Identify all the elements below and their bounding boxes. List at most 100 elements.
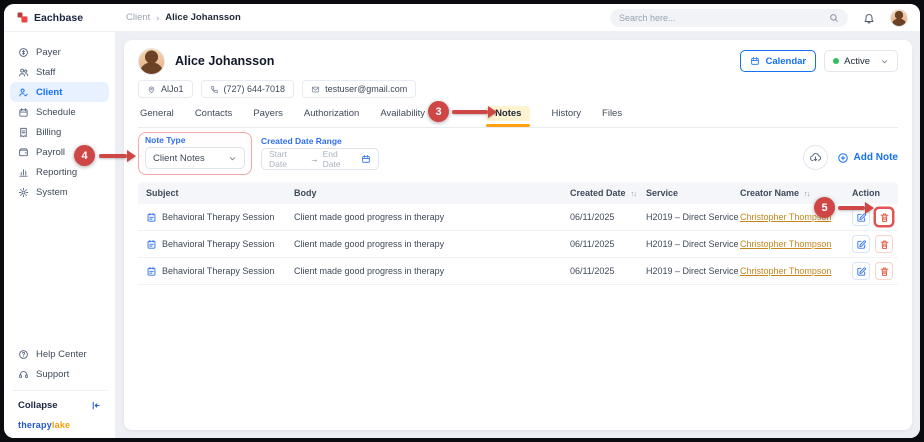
- tab-payers[interactable]: Payers: [253, 108, 283, 119]
- sidebar-item-client[interactable]: Client: [10, 82, 109, 102]
- column-header-created-date[interactable]: Created Date ↑↓: [562, 188, 638, 198]
- note-type-dropdown[interactable]: Client Notes: [145, 147, 245, 169]
- annotation-arrow-3: [452, 106, 497, 118]
- sidebar-item-label: Payroll: [36, 146, 66, 158]
- sidebar-item-payer[interactable]: Payer: [10, 42, 109, 62]
- column-header-service: Service: [646, 188, 679, 198]
- end-date-placeholder: End Date: [322, 148, 341, 169]
- service-cell: H2019 – Direct Service: [646, 266, 739, 276]
- note-icon: [147, 239, 156, 249]
- creator-link[interactable]: Christopher Thompson: [740, 266, 831, 276]
- trash-icon: [880, 213, 888, 222]
- email-icon: [312, 86, 320, 92]
- created-date-cell: 06/11/2025: [570, 212, 615, 222]
- tab-authorization[interactable]: Authorization: [304, 108, 359, 119]
- sidebar-item-label: Support: [36, 368, 70, 380]
- sidebar: Payer Staff Client Schedule Billing Payr…: [4, 32, 116, 438]
- phone-icon: [210, 85, 218, 93]
- service-cell: H2019 – Direct Service: [646, 239, 739, 249]
- topbar: Eachbase Client › Alice Johansson: [4, 4, 920, 32]
- subject-cell: Behavioral Therapy Session: [138, 266, 286, 277]
- note-type-value: Client Notes: [153, 152, 205, 164]
- created-date-cell: 06/11/2025: [570, 266, 615, 276]
- calendar-button[interactable]: Calendar: [740, 50, 817, 72]
- sidebar-item-support[interactable]: Support: [10, 364, 109, 384]
- annotation-step-5-badge: 5: [814, 197, 835, 218]
- note-type-label: Note Type: [145, 135, 186, 145]
- sidebar-item-help-center[interactable]: Help Center: [10, 344, 109, 364]
- column-header-action: Action: [852, 188, 880, 198]
- creator-cell: Christopher Thompson: [732, 266, 844, 276]
- search-icon[interactable]: [829, 13, 839, 23]
- eachbase-logo-icon: [17, 12, 28, 23]
- table-row: Behavioral Therapy Session Client made g…: [138, 258, 898, 285]
- trash-icon: [880, 267, 888, 276]
- collapse-sidebar-button[interactable]: Collapse: [10, 397, 109, 414]
- delete-note-button[interactable]: [875, 208, 893, 226]
- payer-icon: [19, 47, 28, 57]
- created-date-range-picker[interactable]: Start Date → End Date: [261, 147, 379, 170]
- sidebar-item-system[interactable]: System: [10, 182, 109, 202]
- sidebar-item-label: Staff: [36, 66, 56, 78]
- sidebar-item-label: System: [36, 186, 68, 198]
- notifications-button[interactable]: [860, 9, 878, 27]
- client-card: Alice Johansson Calendar Active AlJo1 (7…: [124, 40, 912, 430]
- sidebar-item-label: Help Center: [36, 348, 87, 360]
- client-code-tag: AlJo1: [138, 80, 193, 98]
- breadcrumb-section[interactable]: Client: [126, 12, 150, 23]
- sidebar-item-reporting[interactable]: Reporting: [10, 162, 109, 182]
- table-row: Behavioral Therapy Session Client made g…: [138, 204, 898, 231]
- billing-icon: [20, 127, 27, 137]
- sidebar-item-label: Billing: [36, 126, 62, 138]
- trash-icon: [880, 240, 888, 249]
- creator-link[interactable]: Christopher Thompson: [740, 239, 831, 249]
- logo-text: Eachbase: [34, 11, 84, 24]
- range-arrow-icon: →: [310, 153, 319, 164]
- sidebar-divider: [12, 390, 107, 391]
- therapylake-logo: therapylake: [18, 420, 71, 430]
- edit-icon: [856, 266, 866, 276]
- app-logo[interactable]: Eachbase: [4, 12, 116, 24]
- body-cell: Client made good progress in therapy: [294, 266, 445, 276]
- export-notes-button[interactable]: [802, 145, 828, 170]
- sidebar-item-schedule[interactable]: Schedule: [10, 102, 109, 122]
- sort-icon[interactable]: ↑↓: [804, 189, 810, 198]
- sidebar-item-label: Payer: [36, 46, 61, 58]
- tab-availability[interactable]: Availability: [380, 108, 425, 119]
- active-status-dot: [833, 58, 840, 64]
- tab-files[interactable]: Files: [602, 108, 622, 119]
- location-icon: [148, 85, 155, 93]
- sort-icon[interactable]: ↑↓: [631, 189, 637, 198]
- breadcrumb: Client › Alice Johansson: [116, 12, 241, 23]
- reporting-icon: [19, 168, 28, 177]
- gear-icon: [18, 187, 29, 197]
- tab-history[interactable]: History: [551, 108, 581, 119]
- sidebar-item-label: Schedule: [36, 106, 76, 118]
- client-header: Alice Johansson Calendar Active: [138, 47, 898, 75]
- annotation-arrow-5: [838, 202, 874, 214]
- edit-note-button[interactable]: [852, 235, 870, 253]
- delete-note-button[interactable]: [875, 262, 893, 280]
- tab-contacts[interactable]: Contacts: [195, 108, 233, 119]
- client-phone-tag: (727) 644-7018: [200, 80, 295, 98]
- creator-cell: Christopher Thompson: [732, 239, 844, 249]
- client-tabs: General Contacts Payers Authorization Av…: [138, 106, 898, 128]
- sidebar-item-staff[interactable]: Staff: [10, 62, 109, 82]
- bell-icon: [864, 13, 874, 23]
- payroll-icon: [19, 147, 28, 156]
- annotation-step-3-badge: 3: [428, 101, 449, 122]
- status-dropdown[interactable]: Active: [824, 50, 898, 72]
- add-note-button[interactable]: Add Note: [837, 152, 898, 164]
- tab-general[interactable]: General: [140, 108, 174, 119]
- action-cell: [844, 235, 898, 253]
- table-row: Behavioral Therapy Session Client made g…: [138, 231, 898, 258]
- search-input[interactable]: [619, 12, 823, 23]
- client-name: Alice Johansson: [175, 54, 275, 68]
- collapse-icon: [92, 401, 100, 410]
- delete-note-button[interactable]: [875, 235, 893, 253]
- edit-note-button[interactable]: [852, 262, 870, 280]
- sidebar-item-billing[interactable]: Billing: [10, 122, 109, 142]
- headset-icon: [19, 370, 28, 378]
- subject-cell: Behavioral Therapy Session: [138, 239, 286, 250]
- user-avatar[interactable]: [890, 8, 908, 27]
